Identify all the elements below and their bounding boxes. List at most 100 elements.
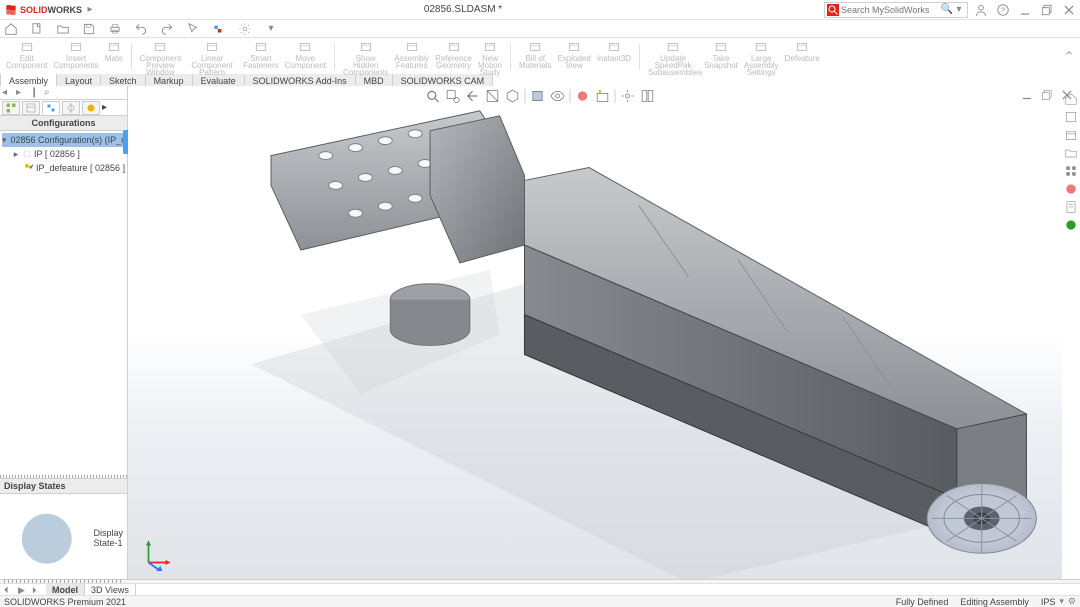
ribbon-cmd-icon <box>105 40 123 54</box>
zoom-area-icon[interactable] <box>445 88 461 104</box>
ribbon-cmd-assembly-features[interactable]: Assembly Features <box>392 40 431 69</box>
panel-filter-icon[interactable]: ⌕ <box>44 87 56 99</box>
panel-tab-dimxpert-icon[interactable] <box>62 101 80 115</box>
ribbon-cmd-bill-of-materials[interactable]: Bill of Materials <box>517 40 553 69</box>
ribbon-cmd-label: Smart Fasteners <box>243 55 279 69</box>
ribbon-cmd-label: Assembly Features <box>394 55 429 69</box>
ribbon-cmd-label: Show Hidden Components <box>343 55 388 76</box>
ribbon-cmd-take-snapshot[interactable]: Take Snapshot <box>702 40 740 69</box>
tp-view-palette-icon[interactable] <box>1064 164 1078 178</box>
bottom-tab-model[interactable]: Model <box>46 584 85 596</box>
panel-forward-icon[interactable]: ▸ <box>16 87 28 99</box>
ribbon-cmd-icon <box>252 40 270 54</box>
ribbon-cmd-component-preview-window[interactable]: Component Preview Window <box>138 40 183 76</box>
panel-back-icon[interactable]: ◂ <box>2 87 14 99</box>
rebuild-icon[interactable] <box>212 22 226 36</box>
panel-split-icon[interactable]: ❙ <box>30 87 42 99</box>
panel-tab-configurations-icon[interactable] <box>42 101 60 115</box>
search-box[interactable]: 🔍 ▾ <box>824 2 968 18</box>
ribbon-cmd-reference-geometry[interactable]: Reference Geometry <box>433 40 474 69</box>
options-icon[interactable] <box>238 22 252 36</box>
panel-tab-property-icon[interactable] <box>22 101 40 115</box>
edit-appearance-icon[interactable] <box>575 88 591 104</box>
ribbon-cmd-linear-component-pattern[interactable]: Linear Component Pattern <box>185 40 239 76</box>
ribbon-cmd-icon <box>296 40 314 54</box>
ribbon-collapse-icon[interactable] <box>1064 48 1074 58</box>
tp-explorer-icon[interactable] <box>1064 146 1078 160</box>
config-root-item[interactable]: ▾ 02856 Configuration(s) (IP_defeature) <box>2 133 127 147</box>
tp-forum-icon[interactable] <box>1064 218 1078 232</box>
ribbon-cmd-instant3d[interactable]: Instant3D <box>595 40 633 62</box>
tp-appearances-icon[interactable] <box>1064 182 1078 196</box>
ribbon-cmd-show-hidden-components[interactable]: Show Hidden Components <box>341 40 390 76</box>
logo-menu-chevron[interactable]: ▸ <box>84 4 96 16</box>
display-state-label: Display State-1 <box>93 528 123 548</box>
redo-icon[interactable] <box>160 22 174 36</box>
hide-show-icon[interactable] <box>550 88 566 104</box>
ribbon-cmd-update-speedpak-subassemblies[interactable]: Update SpeedPak Subassemblies <box>646 40 700 76</box>
ribbon-cmd-defeature[interactable]: Defeature <box>783 40 822 62</box>
ribbon-cmd-insert-components[interactable]: Insert Components <box>51 40 100 69</box>
zoom-fit-icon[interactable] <box>425 88 441 104</box>
status-custom-icon[interactable]: ⚙ <box>1068 596 1076 607</box>
expand-icon[interactable]: ▸ <box>12 150 20 158</box>
open-icon[interactable] <box>56 22 70 36</box>
bottom-tab-3d-views[interactable]: 3D Views <box>85 584 136 596</box>
config-item-ip[interactable]: ▸ IP [ 02856 ] <box>12 147 127 161</box>
search-dropdown[interactable]: 🔍 <box>941 4 953 16</box>
ribbon-cmd-exploded-view[interactable]: Exploded View <box>555 40 592 69</box>
panel-tab-display-icon[interactable] <box>82 101 100 115</box>
print-icon[interactable] <box>108 22 122 36</box>
ribbon-cmd-mate[interactable]: Mate <box>103 40 125 62</box>
orientation-icon[interactable] <box>505 88 521 104</box>
previous-view-icon[interactable] <box>465 88 481 104</box>
panel-tab-more-icon[interactable]: ▸ <box>102 102 107 113</box>
ribbon-cmd-move-component[interactable]: Move Component <box>283 40 328 69</box>
panel-tab-feature-tree-icon[interactable] <box>2 101 20 115</box>
ribbon-cmd-smart-fasteners[interactable]: Smart Fasteners <box>241 40 281 69</box>
doc-close-icon[interactable] <box>1060 88 1074 102</box>
tp-library-icon[interactable] <box>1064 128 1078 142</box>
home-icon[interactable] <box>4 22 18 36</box>
display-states-header: Display States <box>0 478 127 494</box>
ribbon-cmd-new-motion-study[interactable]: New Motion Study <box>476 40 504 76</box>
tp-custom-props-icon[interactable] <box>1064 200 1078 214</box>
view-settings-icon[interactable] <box>620 88 636 104</box>
ribbon-cmd-large-assembly-settings[interactable]: Large Assembly Settings <box>742 40 781 76</box>
undo-icon[interactable] <box>134 22 148 36</box>
search-input[interactable] <box>841 5 941 15</box>
ribbon-cmd-icon <box>752 40 770 54</box>
heads-up-view-toolbar <box>425 88 656 104</box>
status-units-dropdown-icon[interactable]: ▾ <box>1059 596 1064 607</box>
collapse-icon[interactable]: ▾ <box>2 136 7 144</box>
ribbon-cmd-icon <box>203 40 221 54</box>
tp-resources-icon[interactable] <box>1064 110 1078 124</box>
display-style-icon[interactable] <box>530 88 546 104</box>
new-icon[interactable] <box>30 22 44 36</box>
search-menu-chevron[interactable]: ▾ <box>953 4 965 16</box>
doc-restore-icon[interactable] <box>1040 88 1054 102</box>
display-state-item[interactable]: Display State-1 <box>4 496 123 581</box>
bt-prev-icon[interactable]: ⏴ <box>4 585 14 595</box>
ribbon-cmd-icon <box>664 40 682 54</box>
window-minimize-icon[interactable] <box>1018 3 1032 17</box>
help-icon[interactable]: ? <box>996 3 1010 17</box>
window-close-icon[interactable] <box>1062 3 1076 17</box>
orientation-triad[interactable] <box>140 537 174 571</box>
view-layout-icon[interactable] <box>640 88 656 104</box>
doc-minimize-icon[interactable] <box>1020 88 1034 102</box>
config-icon <box>22 149 32 159</box>
save-icon[interactable] <box>82 22 96 36</box>
bt-next-icon[interactable]: ⏵ <box>32 585 42 595</box>
config-item-label: IP [ 02856 ] <box>34 149 80 159</box>
select-icon[interactable] <box>186 22 200 36</box>
window-restore-icon[interactable] <box>1040 3 1054 17</box>
section-view-icon[interactable] <box>485 88 501 104</box>
toolbar-dropdown-icon[interactable]: ▾ <box>264 22 278 36</box>
config-item-defeature[interactable]: IP_defeature [ 02856 ] <box>24 161 127 175</box>
apply-scene-icon[interactable] <box>595 88 611 104</box>
ribbon-cmd-edit-component[interactable]: Edit Component <box>4 40 49 69</box>
graphics-viewport[interactable] <box>128 86 1080 583</box>
bt-play-icon[interactable]: ▶ <box>18 585 28 595</box>
login-icon[interactable] <box>974 3 988 17</box>
